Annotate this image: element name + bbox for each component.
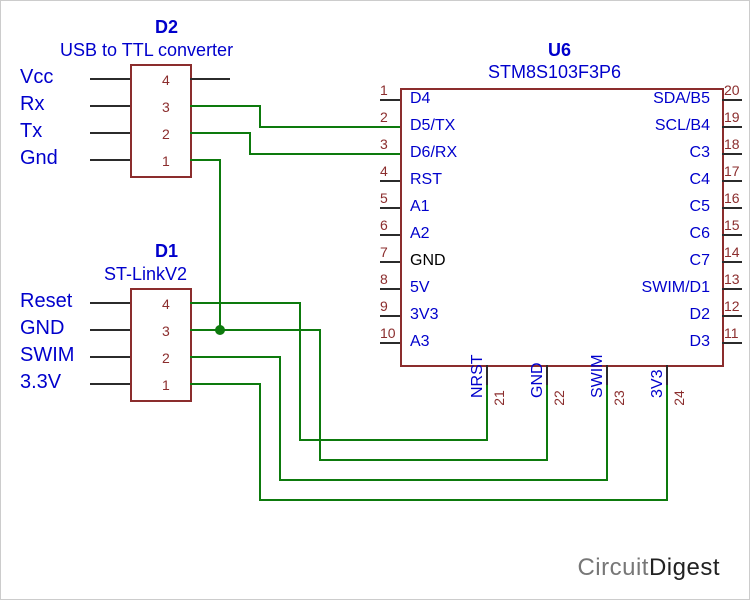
u6-pin-24-label: 3V3 — [649, 358, 667, 398]
u6-pin-21-num: 21 — [491, 390, 507, 406]
d2-value: USB to TTL converter — [60, 40, 233, 61]
u6-pin-9-num: 9 — [380, 298, 388, 314]
d1-value: ST-LinkV2 — [104, 264, 187, 285]
branding: CircuitDigest — [577, 554, 720, 582]
d1-pin1-num: 1 — [162, 377, 170, 393]
brand-1: Circuit — [577, 554, 649, 581]
u6-pin-19-num: 19 — [724, 109, 740, 125]
u6-pin-22-num: 22 — [551, 390, 567, 406]
u6-pin-5-num: 5 — [380, 190, 388, 206]
u6-pin-11-label: D3 — [590, 333, 710, 351]
d2-pin1-num: 1 — [162, 153, 170, 169]
u6-pin-9-label: 3V3 — [410, 306, 438, 324]
u6-pin-22-label: GND — [529, 358, 547, 398]
u6-pin-1-label: D4 — [410, 90, 430, 108]
u6-pin-2-num: 2 — [380, 109, 388, 125]
d1-sig-gnd: GND — [20, 317, 64, 340]
u6-pin-14-label: C7 — [590, 252, 710, 270]
u6-pin-12-num: 12 — [724, 298, 740, 314]
u6-pin-7-num: 7 — [380, 244, 388, 260]
u6-pin-6-num: 6 — [380, 217, 388, 233]
u6-pin-12-label: D2 — [590, 306, 710, 324]
u6-pin-11-num: 11 — [724, 325, 739, 341]
u6-pin-3-label: D6/RX — [410, 144, 457, 162]
u6-ref: U6 — [548, 40, 571, 61]
d1-sig-swim: SWIM — [20, 344, 74, 367]
u6-pin-2-label: D5/TX — [410, 117, 455, 135]
d1-pin4-num: 4 — [162, 296, 170, 312]
u6-value: STM8S103F3P6 — [488, 62, 621, 83]
u6-pin-20-label: SDA/B5 — [590, 90, 710, 108]
d1-ref: D1 — [155, 241, 178, 262]
u6-pin-15-label: C6 — [590, 225, 710, 243]
u6-pin-10-label: A3 — [410, 333, 430, 351]
u6-pin-8-num: 8 — [380, 271, 388, 287]
u6-pin-23-num: 23 — [611, 390, 627, 406]
d2-body: 4 3 2 1 — [130, 64, 192, 178]
u6-pin-20-num: 20 — [724, 82, 740, 98]
u6-pin-18-num: 18 — [724, 136, 740, 152]
u6-pin-18-label: C3 — [590, 144, 710, 162]
d1-body: 4 3 2 1 — [130, 288, 192, 402]
u6-pin-4-label: RST — [410, 171, 442, 189]
u6-pin-6-label: A2 — [410, 225, 430, 243]
d2-sig-tx: Tx — [20, 120, 42, 143]
u6-pin-24-num: 24 — [671, 390, 687, 406]
u6-pin-17-label: C4 — [590, 171, 710, 189]
d2-pin2-num: 2 — [162, 126, 170, 142]
d2-pin3-num: 3 — [162, 99, 170, 115]
d1-pin3-num: 3 — [162, 323, 170, 339]
d2-sig-gnd: Gnd — [20, 147, 58, 170]
u6-pin-7-label: GND — [410, 252, 446, 270]
brand-2: Digest — [649, 554, 720, 581]
u6-pin-19-label: SCL/B4 — [590, 117, 710, 135]
u6-pin-15-num: 15 — [724, 217, 740, 233]
u6-pin-10-num: 10 — [380, 325, 396, 341]
d1-sig-reset: Reset — [20, 290, 72, 313]
u6-pin-16-num: 16 — [724, 190, 740, 206]
u6-pin-14-num: 14 — [724, 244, 740, 260]
u6-pin-8-label: 5V — [410, 279, 430, 297]
u6-pin-1-num: 1 — [380, 82, 388, 98]
u6-pin-16-label: C5 — [590, 198, 710, 216]
u6-pin-21-label: NRST — [469, 358, 487, 398]
d2-ref: D2 — [155, 17, 178, 38]
u6-pin-23-label: SWIM — [589, 358, 607, 398]
d2-pin4-num: 4 — [162, 72, 170, 88]
u6-pin-3-num: 3 — [380, 136, 388, 152]
d1-sig-3v3: 3.3V — [20, 371, 61, 394]
u6-pin-5-label: A1 — [410, 198, 430, 216]
d2-sig-rx: Rx — [20, 93, 44, 116]
u6-pin-13-num: 13 — [724, 271, 740, 287]
u6-pin-13-label: SWIM/D1 — [590, 279, 710, 297]
d2-sig-vcc: Vcc — [20, 66, 53, 89]
u6-pin-17-num: 17 — [724, 163, 740, 179]
d1-pin2-num: 2 — [162, 350, 170, 366]
u6-pin-4-num: 4 — [380, 163, 388, 179]
